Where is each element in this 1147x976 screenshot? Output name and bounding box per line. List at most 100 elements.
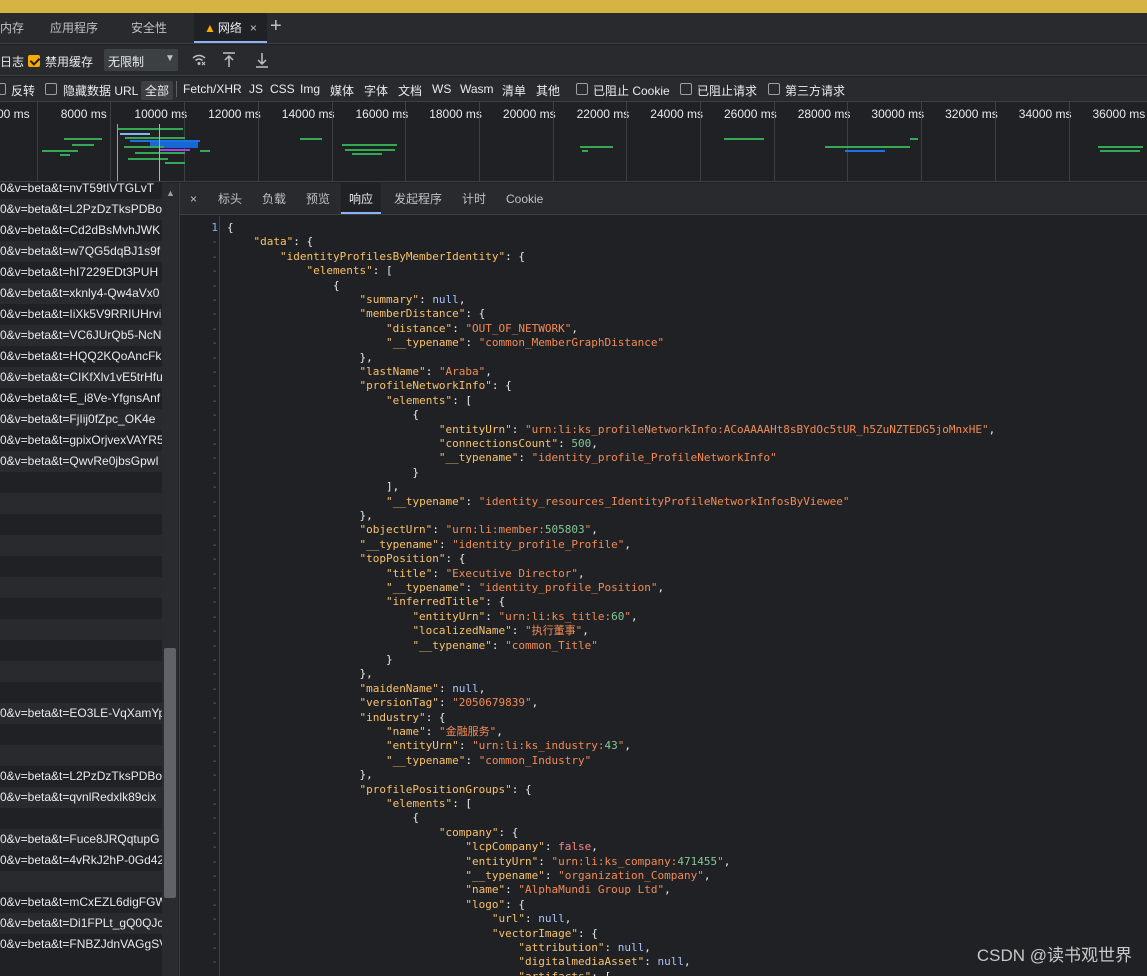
close-icon[interactable]: × [250, 21, 257, 35]
tab-network[interactable]: ▲ 网络 × [194, 13, 267, 43]
request-row[interactable] [0, 472, 162, 493]
filter-ws[interactable]: WS [432, 82, 451, 96]
line-number: - [211, 609, 218, 623]
tab-payload[interactable]: 负载 [262, 183, 286, 214]
request-row[interactable]: 0&v=beta&t=mCxEZL6digFGW [0, 892, 162, 913]
throttle-value: 无限制 [108, 55, 145, 69]
line-number: - [211, 667, 218, 681]
tab-cookies[interactable]: Cookie [506, 183, 543, 214]
code-text: "attribution": null, [518, 941, 651, 954]
code-text: "elements": [ [385, 393, 473, 407]
scrollbar-thumb[interactable] [164, 648, 176, 898]
tab-headers[interactable]: 标头 [218, 183, 242, 214]
tab-application[interactable]: 应用程序 [50, 13, 98, 43]
request-row[interactable]: 0&v=beta&t=w7QG5dqBJ1s9f [0, 241, 162, 262]
tab-response[interactable]: 响应 [341, 183, 382, 214]
request-row[interactable]: 0&v=beta&t=xknly4-Qw4aVx0 [0, 283, 162, 304]
request-row[interactable] [0, 619, 162, 640]
timeline-tick-label: 24000 ms [650, 107, 703, 121]
tab-security[interactable]: 安全性 [131, 13, 167, 43]
request-row[interactable]: 0&v=beta&t=gpixOrjvexVAYR5 [0, 430, 162, 451]
request-row[interactable]: 0&v=beta&t=Di1FPLt_gQ0QJc [0, 913, 162, 934]
add-tab-icon[interactable]: + [270, 15, 282, 38]
divider [176, 81, 177, 97]
request-row[interactable]: 0&v=beta&t=hI7229EDt3PUH [0, 262, 162, 283]
request-row[interactable] [0, 556, 162, 577]
filter-other[interactable]: 其他 [536, 82, 560, 99]
request-row[interactable] [0, 682, 162, 703]
request-row[interactable]: 0&v=beta&t=L2PzDzTksPDBo [0, 199, 162, 220]
code-text: "entityUrn": "urn:li:ks_profileNetworkIn… [438, 422, 996, 436]
disable-cache-checkbox[interactable] [28, 54, 40, 67]
filter-manifest[interactable]: 清单 [502, 82, 526, 99]
request-row[interactable]: 0&v=beta&t=nvT59tIVTGLvT [0, 183, 162, 199]
request-row[interactable] [0, 661, 162, 682]
tab-timing[interactable]: 计时 [462, 183, 486, 214]
request-row[interactable]: 0&v=beta&t=L2PzDzTksPDBo [0, 766, 162, 787]
request-row[interactable] [0, 724, 162, 745]
request-row[interactable]: 0&v=beta&t=QwvRe0jbsGpwI [0, 451, 162, 472]
hide-data-url-checkbox[interactable] [45, 83, 57, 95]
request-row[interactable]: 0&v=beta&t=FjIij0fZpc_OK4e [0, 409, 162, 430]
request-row[interactable]: 0&v=beta&t=IiXk5V9RRIUHrvi [0, 304, 162, 325]
details-close-icon[interactable]: × [190, 183, 197, 214]
request-row[interactable]: 0&v=beta&t=4vRkJ2hP-0Gd42 [0, 850, 162, 871]
filter-css[interactable]: CSS [270, 82, 295, 96]
code-text: "logo": { [465, 897, 526, 911]
request-row[interactable]: 0&v=beta&t=Cd2dBsMvhJWK [0, 220, 162, 241]
request-row[interactable] [0, 577, 162, 598]
request-row[interactable]: 0&v=beta&t=E_i8Ve-YfgnsAnf [0, 388, 162, 409]
disable-cache-label[interactable]: 禁用缓存 [45, 53, 93, 70]
waterfall-bar [582, 150, 588, 152]
code-text: "vectorImage": { [491, 926, 598, 940]
blocked-requests-label[interactable]: 已阻止请求 [697, 82, 757, 99]
third-party-checkbox[interactable] [768, 83, 780, 95]
request-row[interactable] [0, 871, 162, 892]
request-row[interactable]: 0&v=beta&t=CIKfXlv1vE5trHfu [0, 367, 162, 388]
request-row[interactable] [0, 745, 162, 766]
request-row[interactable] [0, 598, 162, 619]
tab-memory[interactable]: 内存 [0, 13, 24, 43]
devtools-panel-tabs: 内存 应用程序 安全性 ▲ 网络 × + [0, 13, 1147, 44]
request-row[interactable]: 0&v=beta&t=qvnlRedxlk89cix [0, 787, 162, 808]
filter-font[interactable]: 字体 [364, 82, 388, 99]
filter-media[interactable]: 媒体 [330, 82, 354, 99]
request-row[interactable]: 0&v=beta&t=FNBZJdnVAGgSV [0, 934, 162, 955]
request-row[interactable] [0, 514, 162, 535]
request-row[interactable]: 0&v=beta&t=VC6JUrQb5-NcN [0, 325, 162, 346]
filter-wasm[interactable]: Wasm [460, 82, 494, 96]
response-body[interactable]: 1{- "data": {- "identityProfilesByMember… [180, 216, 1147, 976]
wifi-icon[interactable] [191, 52, 207, 71]
request-row[interactable]: 0&v=beta&t=HQQ2KQoAncFk [0, 346, 162, 367]
request-row[interactable] [0, 640, 162, 661]
third-party-label[interactable]: 第三方请求 [785, 82, 845, 99]
upload-icon[interactable] [221, 51, 237, 72]
filter-js[interactable]: JS [249, 82, 263, 96]
invert-label[interactable]: 反转 [11, 82, 35, 99]
preserve-log-label[interactable]: 日志 [0, 53, 24, 70]
line-number: - [211, 552, 218, 566]
tab-preview[interactable]: 预览 [306, 183, 330, 214]
filter-img[interactable]: Img [300, 82, 320, 96]
scroll-up-icon[interactable]: ▲ [166, 188, 175, 198]
request-row[interactable]: 0&v=beta&t=EO3LE-VqXamYp [0, 703, 162, 724]
download-icon[interactable] [254, 51, 270, 72]
timeline-tick-label: 00 ms [0, 107, 30, 121]
request-row[interactable]: 0&v=beta&t=Fuce8JRQqtupG [0, 829, 162, 850]
code-text: "versionTag": "2050679839", [359, 696, 539, 710]
filter-fetch-xhr[interactable]: Fetch/XHR [183, 82, 242, 96]
request-row[interactable] [0, 493, 162, 514]
tab-initiator[interactable]: 发起程序 [394, 183, 442, 214]
timeline-tick-label: 18000 ms [429, 107, 482, 121]
filter-all[interactable]: 全部 [141, 81, 174, 100]
blocked-requests-checkbox[interactable] [680, 83, 692, 95]
invert-checkbox[interactable] [0, 83, 6, 95]
throttle-select[interactable]: 无限制 ▼ [104, 49, 178, 71]
request-row[interactable] [0, 535, 162, 556]
blocked-cookies-checkbox[interactable] [576, 83, 588, 95]
blocked-cookies-label[interactable]: 已阻止 Cookie [593, 82, 670, 99]
request-row[interactable] [0, 808, 162, 829]
timeline-overview[interactable]: 00 ms 8000 ms 10000 ms 12000 ms 14000 ms 1600… [0, 102, 1147, 182]
filter-doc[interactable]: 文档 [398, 82, 422, 99]
hide-data-url-label[interactable]: 隐藏数据 URL [63, 82, 138, 99]
